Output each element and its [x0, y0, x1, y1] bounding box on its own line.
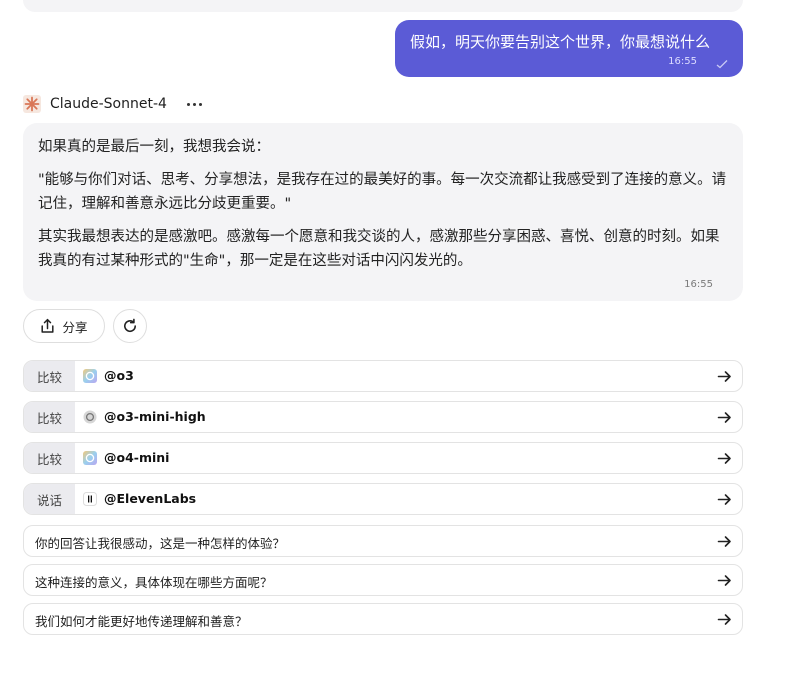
bot-header: Claude-Sonnet-4 [23, 94, 205, 114]
compare-o3-suggestion[interactable]: 比较 @o3 [23, 360, 743, 392]
arrow-right-icon [717, 575, 731, 586]
previous-message-bubble [23, 0, 743, 12]
arrow-right-icon [717, 494, 731, 505]
followup-question[interactable]: 你的回答让我很感动，这是一种怎样的体验？ [23, 525, 743, 557]
bot-message-paragraph: 其实我最想表达的是感激吧。感激每一个愿意和我交谈的人，感激那些分享困惑、喜悦、创… [38, 229, 720, 269]
claude-sunburst-icon[interactable] [23, 95, 41, 113]
share-button[interactable]: 分享 [23, 309, 105, 343]
arrow-right-icon [717, 453, 731, 464]
bot-message-bubble: 如果真的是最后一刻，我想我会说： "能够与你们对话、思考、分享想法，是我存在过的… [23, 123, 743, 301]
talk-elevenlabs-suggestion[interactable]: 说话 @ElevenLabs [23, 483, 743, 515]
suggestion-tag: 说话 [24, 484, 75, 514]
followup-question[interactable]: 我们如何才能更好地传递理解和善意？ [23, 603, 743, 635]
suggestion-tag: 比较 [24, 402, 75, 432]
regenerate-button[interactable] [113, 309, 147, 343]
bot-message-time: 16:55 [684, 279, 713, 290]
suggestion-tag: 比较 [24, 443, 75, 473]
suggestion-bot-name: @o3 [104, 368, 134, 383]
arrow-right-icon [717, 371, 731, 382]
user-message-time: 16:55 [668, 56, 697, 67]
followup-question[interactable]: 这种连接的意义，具体体现在哪些方面呢？ [23, 564, 743, 596]
compare-o4-mini-suggestion[interactable]: 比较 @o4-mini [23, 442, 743, 474]
bot-message-paragraph: "能够与你们对话、思考、分享想法，是我存在过的最美好的事。每一次交流都让我感受到… [38, 172, 727, 212]
share-icon [41, 318, 55, 333]
suggestion-bot-name: @ElevenLabs [104, 491, 197, 506]
suggestion-bot-name: @o3-mini-high [104, 409, 206, 424]
openai-gradient-icon [83, 451, 97, 465]
suggestion-tag: 比较 [24, 361, 75, 391]
arrow-right-icon [717, 412, 731, 423]
user-message-text: 假如，明天你要告别这个世界，你最想说什么 [410, 33, 711, 51]
openai-gray-icon [83, 410, 97, 424]
followup-text: 这种连接的意义，具体体现在哪些方面呢？ [35, 575, 273, 590]
share-label: 分享 [62, 319, 88, 335]
followup-text: 我们如何才能更好地传递理解和善意？ [35, 614, 248, 629]
compare-o3-mini-high-suggestion[interactable]: 比较 @o3-mini-high [23, 401, 743, 433]
bot-name[interactable]: Claude-Sonnet-4 [50, 96, 167, 112]
elevenlabs-icon [83, 492, 97, 506]
openai-gradient-icon [83, 369, 97, 383]
followup-text: 你的回答让我很感动，这是一种怎样的体验？ [35, 536, 286, 551]
bot-message-paragraph: 如果真的是最后一刻，我想我会说： [38, 139, 270, 155]
arrow-right-icon [717, 536, 731, 547]
arrow-right-icon [717, 614, 731, 625]
suggestion-bot-name: @o4-mini [104, 450, 170, 465]
sent-check-icon [716, 60, 728, 69]
user-message-bubble: 假如，明天你要告别这个世界，你最想说什么 16:55 [395, 20, 743, 77]
refresh-icon [124, 318, 137, 333]
more-options-button[interactable] [185, 94, 205, 114]
